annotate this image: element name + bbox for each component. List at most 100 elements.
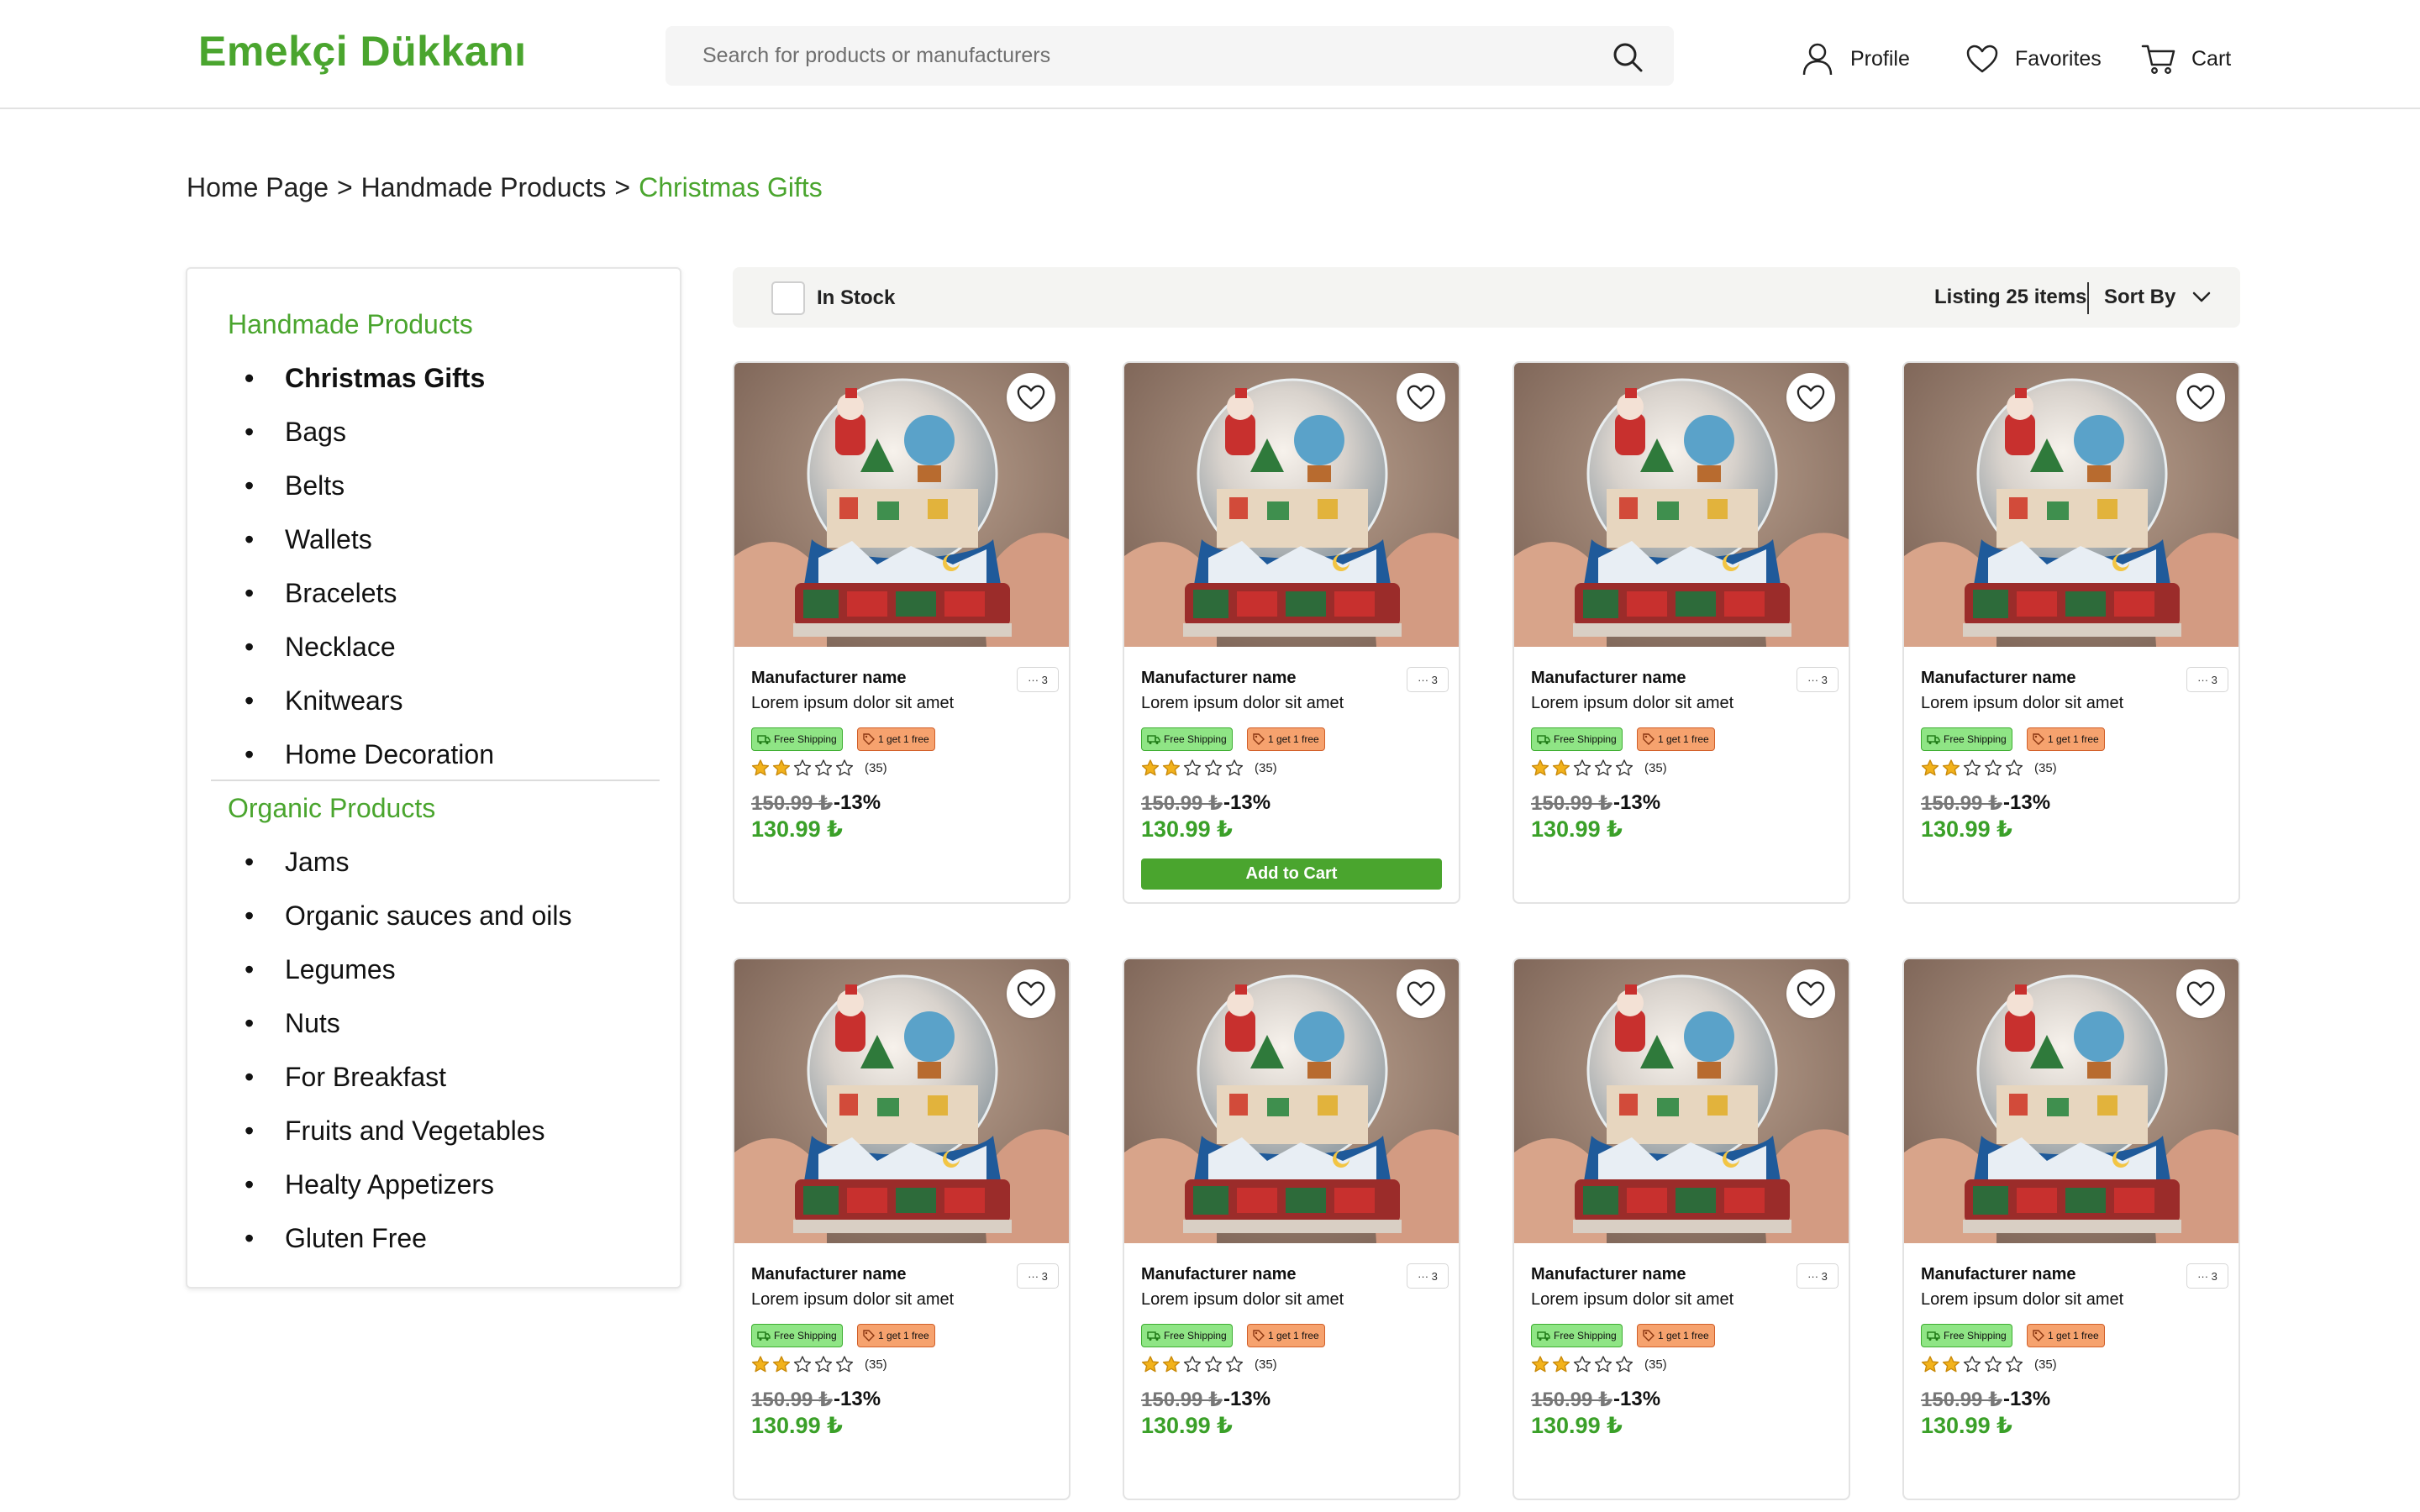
sidebar-item-christmas-gifts[interactable]: Christmas Gifts — [228, 351, 494, 405]
product-image[interactable] — [1124, 363, 1459, 647]
product-title[interactable]: Lorem ipsum dolor sit amet — [1921, 694, 2123, 713]
site-logo[interactable]: Emekçi Dükkanı — [198, 27, 527, 76]
manufacturer-name[interactable]: Manufacturer name — [1921, 669, 2076, 688]
free-shipping-label: Free Shipping — [1944, 1330, 2007, 1341]
manufacturer-name[interactable]: Manufacturer name — [1921, 1265, 2076, 1284]
manufacturer-name[interactable]: Manufacturer name — [751, 1265, 907, 1284]
product-image[interactable] — [1514, 363, 1849, 647]
sidebar-item-knitwears[interactable]: Knitwears — [228, 674, 494, 727]
current-price: 130.99 ₺ — [1921, 816, 2012, 842]
sort-by-dropdown[interactable]: Sort By — [2104, 281, 2211, 314]
sidebar-item-belts[interactable]: Belts — [228, 459, 494, 512]
heart-icon — [1017, 981, 1045, 1006]
product-title[interactable]: Lorem ipsum dolor sit amet — [1141, 694, 1344, 713]
product-image[interactable] — [734, 959, 1069, 1243]
in-stock-checkbox[interactable] — [771, 281, 805, 315]
search-icon — [1613, 43, 1643, 72]
heart-icon — [1797, 385, 1825, 410]
product-image[interactable] — [1904, 959, 2238, 1243]
product-card[interactable]: Manufacturer name Lorem ipsum dolor sit … — [1902, 361, 2240, 904]
promo-badge: 1 get 1 free — [857, 727, 935, 751]
product-card[interactable]: Manufacturer name Lorem ipsum dolor sit … — [1902, 958, 2240, 1500]
product-card[interactable]: Manufacturer name Lorem ipsum dolor sit … — [1123, 958, 1460, 1500]
sidebar-item-home-decoration[interactable]: Home Decoration — [228, 727, 494, 781]
more-options-button[interactable]: ··· 3 — [2186, 1263, 2228, 1289]
nav-cart[interactable]: Cart — [2141, 39, 2231, 79]
star-empty-icon — [1225, 759, 1244, 776]
sidebar-item-wallets[interactable]: Wallets — [228, 512, 494, 566]
sidebar-item-fruits-vegetables[interactable]: Fruits and Vegetables — [228, 1104, 572, 1158]
more-options-button[interactable]: ··· 3 — [1797, 1263, 1839, 1289]
sidebar-item-gluten-free[interactable]: Gluten Free — [228, 1211, 572, 1265]
manufacturer-name[interactable]: Manufacturer name — [1531, 669, 1686, 688]
star-filled-icon — [772, 759, 791, 776]
favorite-button[interactable] — [2176, 373, 2225, 422]
add-to-cart-button[interactable]: Add to Cart — [1141, 858, 1442, 890]
more-options-button[interactable]: ··· 3 — [1017, 1263, 1059, 1289]
search-input[interactable] — [666, 26, 1598, 86]
product-image[interactable] — [1514, 959, 1849, 1243]
star-filled-icon — [1942, 1356, 1960, 1373]
product-image[interactable] — [1904, 363, 2238, 647]
more-options-button[interactable]: ··· 3 — [1407, 1263, 1449, 1289]
review-count: (35) — [1255, 760, 1277, 775]
sidebar-item-nuts[interactable]: Nuts — [228, 996, 572, 1050]
product-card[interactable]: Manufacturer name Lorem ipsum dolor sit … — [733, 361, 1071, 904]
nav-favorites[interactable]: Favorites — [1965, 39, 2102, 79]
breadcrumb-home[interactable]: Home Page — [187, 172, 329, 203]
product-title[interactable]: Lorem ipsum dolor sit amet — [1921, 1290, 2123, 1310]
review-count: (35) — [1644, 760, 1667, 775]
product-title[interactable]: Lorem ipsum dolor sit amet — [751, 694, 954, 713]
sidebar-item-bracelets[interactable]: Bracelets — [228, 566, 494, 620]
search-button[interactable] — [1607, 36, 1649, 78]
product-image[interactable] — [1124, 959, 1459, 1243]
favorite-button[interactable] — [2176, 969, 2225, 1018]
sidebar-item-jams[interactable]: Jams — [228, 835, 572, 889]
tag-icon — [2033, 733, 2044, 745]
product-title[interactable]: Lorem ipsum dolor sit amet — [751, 1290, 954, 1310]
current-price: 130.99 ₺ — [751, 816, 843, 842]
truck-icon — [1147, 735, 1160, 744]
more-options-button[interactable]: ··· 3 — [1017, 667, 1059, 692]
more-options-button[interactable]: ··· 3 — [2186, 667, 2228, 692]
sidebar-item-organic-sauces[interactable]: Organic sauces and oils — [228, 889, 572, 942]
sidebar-item-legumes[interactable]: Legumes — [228, 942, 572, 996]
review-count: (35) — [2034, 1357, 2057, 1372]
product-card[interactable]: Manufacturer name Lorem ipsum dolor sit … — [733, 958, 1071, 1500]
product-image[interactable] — [734, 363, 1069, 647]
nav-profile[interactable]: Profile — [1800, 39, 1910, 79]
free-shipping-label: Free Shipping — [1554, 733, 1617, 745]
favorite-button[interactable] — [1397, 373, 1445, 422]
favorite-button[interactable] — [1397, 969, 1445, 1018]
sidebar-item-necklace[interactable]: Necklace — [228, 620, 494, 674]
more-options-button[interactable]: ··· 3 — [1407, 667, 1449, 692]
star-filled-icon — [1162, 759, 1181, 776]
category-group-handmade[interactable]: Handmade Products — [228, 309, 473, 340]
product-card[interactable]: Manufacturer name Lorem ipsum dolor sit … — [1512, 958, 1850, 1500]
manufacturer-name[interactable]: Manufacturer name — [1531, 1265, 1686, 1284]
favorite-button[interactable] — [1786, 373, 1835, 422]
manufacturer-name[interactable]: Manufacturer name — [1141, 1265, 1297, 1284]
breadcrumb-category[interactable]: Handmade Products — [361, 172, 607, 203]
sidebar-item-healty-appetizers[interactable]: Healty Appetizers — [228, 1158, 572, 1211]
product-title[interactable]: Lorem ipsum dolor sit amet — [1531, 1290, 1733, 1310]
sidebar-item-bags[interactable]: Bags — [228, 405, 494, 459]
favorite-button[interactable] — [1786, 969, 1835, 1018]
category-group-organic[interactable]: Organic Products — [228, 793, 435, 824]
manufacturer-name[interactable]: Manufacturer name — [751, 669, 907, 688]
product-card[interactable]: Manufacturer name Lorem ipsum dolor sit … — [1123, 361, 1460, 904]
truck-icon — [1537, 1331, 1550, 1341]
favorite-button[interactable] — [1007, 969, 1055, 1018]
product-title[interactable]: Lorem ipsum dolor sit amet — [1141, 1290, 1344, 1310]
product-title[interactable]: Lorem ipsum dolor sit amet — [1531, 694, 1733, 713]
favorite-button[interactable] — [1007, 373, 1055, 422]
star-empty-icon — [1204, 1356, 1223, 1373]
in-stock-filter[interactable]: In Stock — [771, 281, 895, 315]
more-options-button[interactable]: ··· 3 — [1797, 667, 1839, 692]
promo-badge: 1 get 1 free — [2027, 1324, 2105, 1347]
user-icon — [1800, 41, 1835, 76]
sidebar-item-for-breakfast[interactable]: For Breakfast — [228, 1050, 572, 1104]
product-card[interactable]: Manufacturer name Lorem ipsum dolor sit … — [1512, 361, 1850, 904]
manufacturer-name[interactable]: Manufacturer name — [1141, 669, 1297, 688]
truck-icon — [1927, 1331, 1940, 1341]
